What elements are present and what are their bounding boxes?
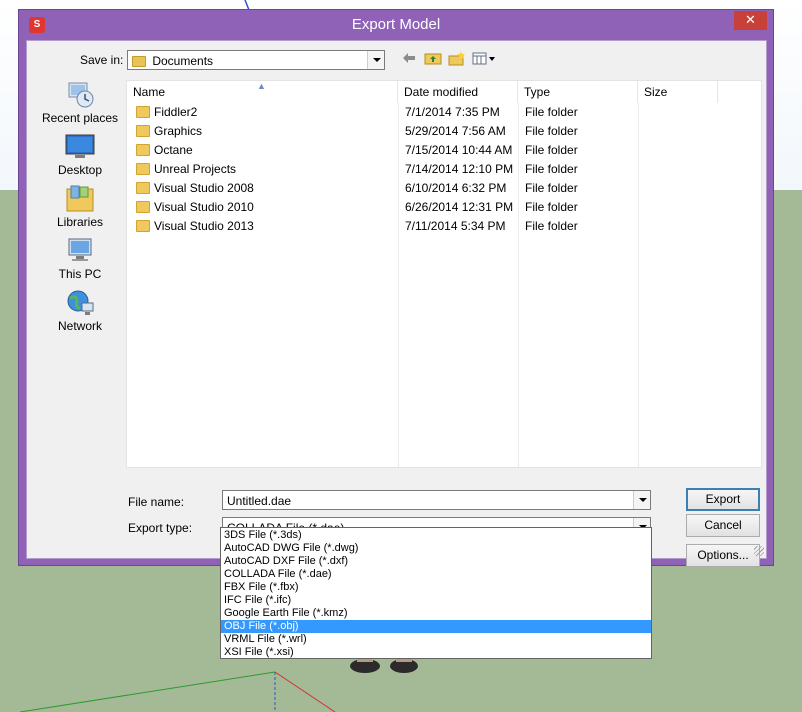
folder-icon [136,106,150,118]
network-icon [65,289,95,317]
export-type-option[interactable]: Google Earth File (*.kmz) [221,607,651,620]
type-cell: File folder [525,181,578,195]
file-row[interactable]: Graphics 5/29/2014 7:56 AM File folder [127,122,761,141]
file-name-value: Untitled.dae [227,494,292,508]
type-cell: File folder [525,200,578,214]
export-type-option[interactable]: XSI File (*.xsi) [221,646,651,659]
place-label: Desktop [57,163,103,177]
file-name-cell: Graphics [154,124,203,138]
view-menu-icon[interactable] [471,51,497,69]
date-cell: 7/15/2014 10:44 AM [405,143,513,157]
places-bar: Recent places Desktop Libraries This PC [28,81,132,341]
place-desktop[interactable]: Desktop [28,133,132,181]
red-axis-line [274,671,336,712]
up-folder-icon[interactable] [423,51,443,69]
folder-icon [136,220,150,232]
export-type-option[interactable]: AutoCAD DWG File (*.dwg) [221,542,651,555]
place-label: Libraries [56,215,104,229]
libraries-icon [65,185,95,213]
cancel-button[interactable]: Cancel [686,514,760,537]
resize-grip[interactable] [754,546,764,556]
file-row[interactable]: Visual Studio 2010 6/26/2014 12:31 PM Fi… [127,198,761,217]
date-cell: 6/26/2014 12:31 PM [405,200,514,214]
save-in-value: Documents [152,54,214,68]
file-name-cell: Visual Studio 2013 [154,219,254,233]
new-folder-icon[interactable] [447,51,467,69]
type-cell: File folder [525,124,578,138]
options-button[interactable]: Options... [686,544,760,567]
file-name-label: File name: [128,495,185,509]
column-header-size[interactable]: Size [638,81,718,103]
export-type-label: Export type: [128,521,193,535]
folder-icon [136,144,150,156]
file-list[interactable]: Name ▲ Date modified Type Size Fiddler2 … [126,80,762,468]
green-axis-line [19,671,276,712]
place-this-pc[interactable]: This PC [28,237,132,285]
date-cell: 7/14/2014 12:10 PM [405,162,514,176]
folder-icon [132,56,146,68]
export-type-option[interactable]: AutoCAD DXF File (*.dxf) [221,555,651,568]
recent-places-icon [65,81,95,109]
folder-icon [136,182,150,194]
date-cell: 7/11/2014 5:34 PM [405,219,506,233]
export-type-option[interactable]: FBX File (*.fbx) [221,581,651,594]
title-bar[interactable]: S Export Model ✕ [19,10,773,40]
folder-icon [136,125,150,137]
chevron-down-icon[interactable] [633,491,650,509]
export-type-option[interactable]: COLLADA File (*.dae) [221,568,651,581]
place-libraries[interactable]: Libraries [28,185,132,233]
chevron-down-icon[interactable] [367,51,384,69]
save-in-combo[interactable]: Documents [127,50,385,70]
export-type-option[interactable]: 3DS File (*.3ds) [221,529,651,542]
folder-icon [136,163,150,175]
sort-up-icon: ▲ [257,81,266,91]
type-cell: File folder [525,143,578,157]
file-name-cell: Unreal Projects [154,162,237,176]
file-row[interactable]: Visual Studio 2013 7/11/2014 5:34 PM Fil… [127,217,761,236]
type-cell: File folder [525,219,578,233]
file-name-cell: Visual Studio 2008 [154,181,254,195]
file-name-cell: Visual Studio 2010 [154,200,254,214]
back-arrow-icon[interactable] [399,51,419,69]
save-in-label: Save in: [80,53,124,67]
type-cell: File folder [525,162,578,176]
type-cell: File folder [525,105,578,119]
file-row[interactable]: Fiddler2 7/1/2014 7:35 PM File folder [127,103,761,122]
place-label: Network [57,319,102,333]
date-cell: 7/1/2014 7:35 PM [405,105,500,119]
dialog-body: Save in: Documents Recent places Desktop… [26,40,767,567]
file-name-cell: Octane [154,143,193,157]
file-name-cell: Fiddler2 [154,105,198,119]
export-model-dialog: S Export Model ✕ Save in: Documents Rece… [18,9,774,567]
place-label: This PC [58,267,102,281]
folder-icon [136,201,150,213]
export-type-option[interactable]: VRML File (*.wrl) [221,633,651,646]
export-button[interactable]: Export [686,488,760,511]
dialog-title: Export Model [351,16,441,33]
file-row[interactable]: Visual Studio 2008 6/10/2014 6:32 PM Fil… [127,179,761,198]
column-header-type[interactable]: Type [518,81,638,103]
file-row[interactable]: Octane 7/15/2014 10:44 AM File folder [127,141,761,160]
place-network[interactable]: Network [28,289,132,337]
date-cell: 6/10/2014 6:32 PM [405,181,507,195]
export-type-option-highlighted[interactable]: OBJ File (*.obj) [221,620,651,633]
file-row[interactable]: Unreal Projects 7/14/2014 12:10 PM File … [127,160,761,179]
column-header-date-modified[interactable]: Date modified [398,81,518,103]
export-type-dropdown[interactable]: 3DS File (*.3ds) AutoCAD DWG File (*.dwg… [220,527,652,659]
desktop-icon [65,133,95,161]
file-name-field[interactable]: Untitled.dae [222,490,651,510]
place-recent-places[interactable]: Recent places [28,81,132,129]
export-type-option[interactable]: IFC File (*.ifc) [221,594,651,607]
date-cell: 5/29/2014 7:56 AM [405,124,506,138]
this-pc-icon [65,237,95,265]
close-button[interactable]: ✕ [734,11,767,30]
place-label: Recent places [41,111,119,125]
